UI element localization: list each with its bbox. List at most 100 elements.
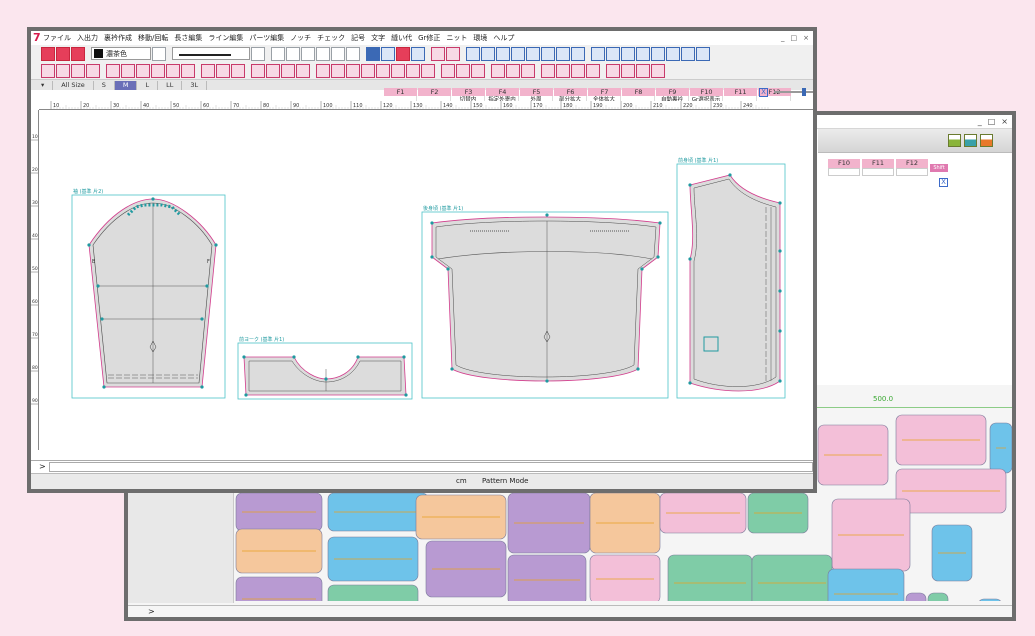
slope-icon[interactable] (71, 63, 85, 78)
fkey-f10[interactable]: F10 (828, 159, 860, 176)
split-icon[interactable] (106, 63, 120, 78)
menu-knit[interactable]: ニット (446, 33, 467, 43)
marker-piece[interactable] (978, 598, 1002, 601)
command-line[interactable]: > (31, 460, 813, 473)
close-button[interactable]: × (1001, 117, 1008, 126)
image-icon[interactable] (316, 63, 330, 78)
menu-notch[interactable]: ノッチ (290, 33, 311, 43)
slash-icon[interactable] (526, 46, 540, 61)
menu-symbol[interactable]: 記号 (351, 33, 365, 43)
size-s[interactable]: S (94, 80, 115, 90)
align-icon[interactable] (606, 63, 620, 78)
maximize-button[interactable]: □ (791, 34, 798, 42)
shift-button[interactable]: Shift (930, 164, 948, 172)
size-dropdown-icon[interactable]: ▾ (33, 80, 54, 90)
size-l[interactable]: L (137, 80, 159, 90)
grid-plus-icon[interactable] (391, 63, 405, 78)
size-m[interactable]: M (114, 80, 138, 90)
menu-seam-allowance[interactable]: 縫い代 (391, 33, 412, 43)
grid-icon[interactable] (411, 46, 425, 61)
notch-icon[interactable] (681, 46, 695, 61)
column-icon[interactable] (421, 63, 435, 78)
grade-2-icon[interactable] (556, 63, 570, 78)
size-all[interactable]: All Size (53, 80, 94, 90)
save-icon[interactable] (71, 46, 85, 61)
curve-icon[interactable] (481, 46, 495, 61)
cross-icon[interactable] (376, 63, 390, 78)
trim-icon[interactable] (151, 63, 165, 78)
page-icon[interactable] (271, 46, 285, 61)
notch-t-icon[interactable] (521, 63, 535, 78)
angle-icon[interactable] (496, 46, 510, 61)
point-add-icon[interactable] (201, 63, 215, 78)
align-2-icon[interactable] (621, 63, 635, 78)
marker-piece[interactable] (507, 554, 587, 601)
marker-piece[interactable] (827, 568, 905, 601)
minus-icon[interactable] (556, 46, 570, 61)
rect-2-icon[interactable] (456, 63, 470, 78)
back-body-piece[interactable]: 後身頃 (基準 片1) (421, 205, 669, 399)
mirror-icon[interactable] (621, 46, 635, 61)
stamp-icon[interactable] (346, 63, 360, 78)
open-icon[interactable] (56, 46, 70, 61)
layout-icon[interactable] (948, 134, 961, 147)
extend-icon[interactable] (166, 63, 180, 78)
marker-piece[interactable] (589, 554, 661, 601)
notch-v-icon[interactable] (491, 63, 505, 78)
measure-icon[interactable] (591, 46, 605, 61)
rect-3-icon[interactable] (471, 63, 485, 78)
vertical-icon[interactable] (571, 46, 585, 61)
diagonal-pen-icon[interactable] (406, 63, 420, 78)
undo-icon[interactable] (331, 46, 345, 61)
clip-icon[interactable] (331, 63, 345, 78)
rect-icon[interactable] (441, 63, 455, 78)
menu-length-edit[interactable]: 長さ編集 (174, 33, 202, 43)
play-icon[interactable] (446, 46, 460, 61)
yoke-piece[interactable]: 前ヨーク (基準 片1) (237, 336, 413, 400)
fkey-close-button[interactable]: X (759, 88, 768, 97)
front-body-piece[interactable]: 前身頃 (基準 片1) (676, 157, 786, 399)
rotate-icon[interactable] (636, 46, 650, 61)
text-size-icon[interactable] (281, 63, 295, 78)
minimize-button[interactable]: _ (978, 117, 982, 126)
point-target-icon[interactable] (231, 63, 245, 78)
menu-help[interactable]: ヘルプ (493, 33, 514, 43)
menu-text[interactable]: 文字 (371, 33, 385, 43)
align-4-icon[interactable] (651, 63, 665, 78)
marker-piece[interactable] (927, 592, 949, 601)
menu-move-rotate[interactable]: 移動/回転 (138, 33, 168, 43)
point-down-icon[interactable] (216, 63, 230, 78)
record-icon[interactable] (396, 46, 410, 61)
sleeve-piece[interactable]: 袖 (基準 片2) B F (71, 188, 226, 399)
close-button[interactable]: × (803, 34, 809, 42)
corner-icon[interactable] (136, 63, 150, 78)
minimize-button[interactable]: _ (781, 34, 785, 42)
diagonal-icon[interactable] (511, 46, 525, 61)
line-width-icon[interactable] (251, 46, 265, 61)
line-style-select[interactable] (172, 47, 250, 60)
copy-icon[interactable] (301, 46, 315, 61)
size-3l[interactable]: 3L (182, 80, 208, 90)
grade-icon[interactable] (541, 63, 555, 78)
text-label-icon[interactable] (296, 63, 310, 78)
fkey-f12[interactable]: F12 (896, 159, 928, 176)
menu-facing[interactable]: 裏衿作成 (104, 33, 132, 43)
notch-y-icon[interactable] (506, 63, 520, 78)
marker-close-fkeys-button[interactable]: X (939, 178, 948, 187)
menu-parts-edit[interactable]: パーツ編集 (249, 33, 284, 43)
text-a-icon[interactable] (251, 63, 265, 78)
marker-command-line[interactable]: > (128, 605, 1012, 617)
marker-icon[interactable] (361, 63, 375, 78)
wave-icon[interactable] (86, 63, 100, 78)
grade-4-icon[interactable] (586, 63, 600, 78)
bezier-icon[interactable] (121, 63, 135, 78)
marker-piece[interactable] (905, 592, 927, 601)
fold-icon[interactable] (606, 46, 620, 61)
marker-piece[interactable] (751, 554, 833, 601)
paste-icon[interactable] (316, 46, 330, 61)
pointer-icon[interactable] (381, 46, 395, 61)
button-hole-icon[interactable] (696, 46, 710, 61)
zoom-slider-knob[interactable] (802, 88, 806, 96)
menu-file[interactable]: ファイル (43, 33, 71, 43)
maximize-button[interactable]: □ (988, 117, 996, 126)
